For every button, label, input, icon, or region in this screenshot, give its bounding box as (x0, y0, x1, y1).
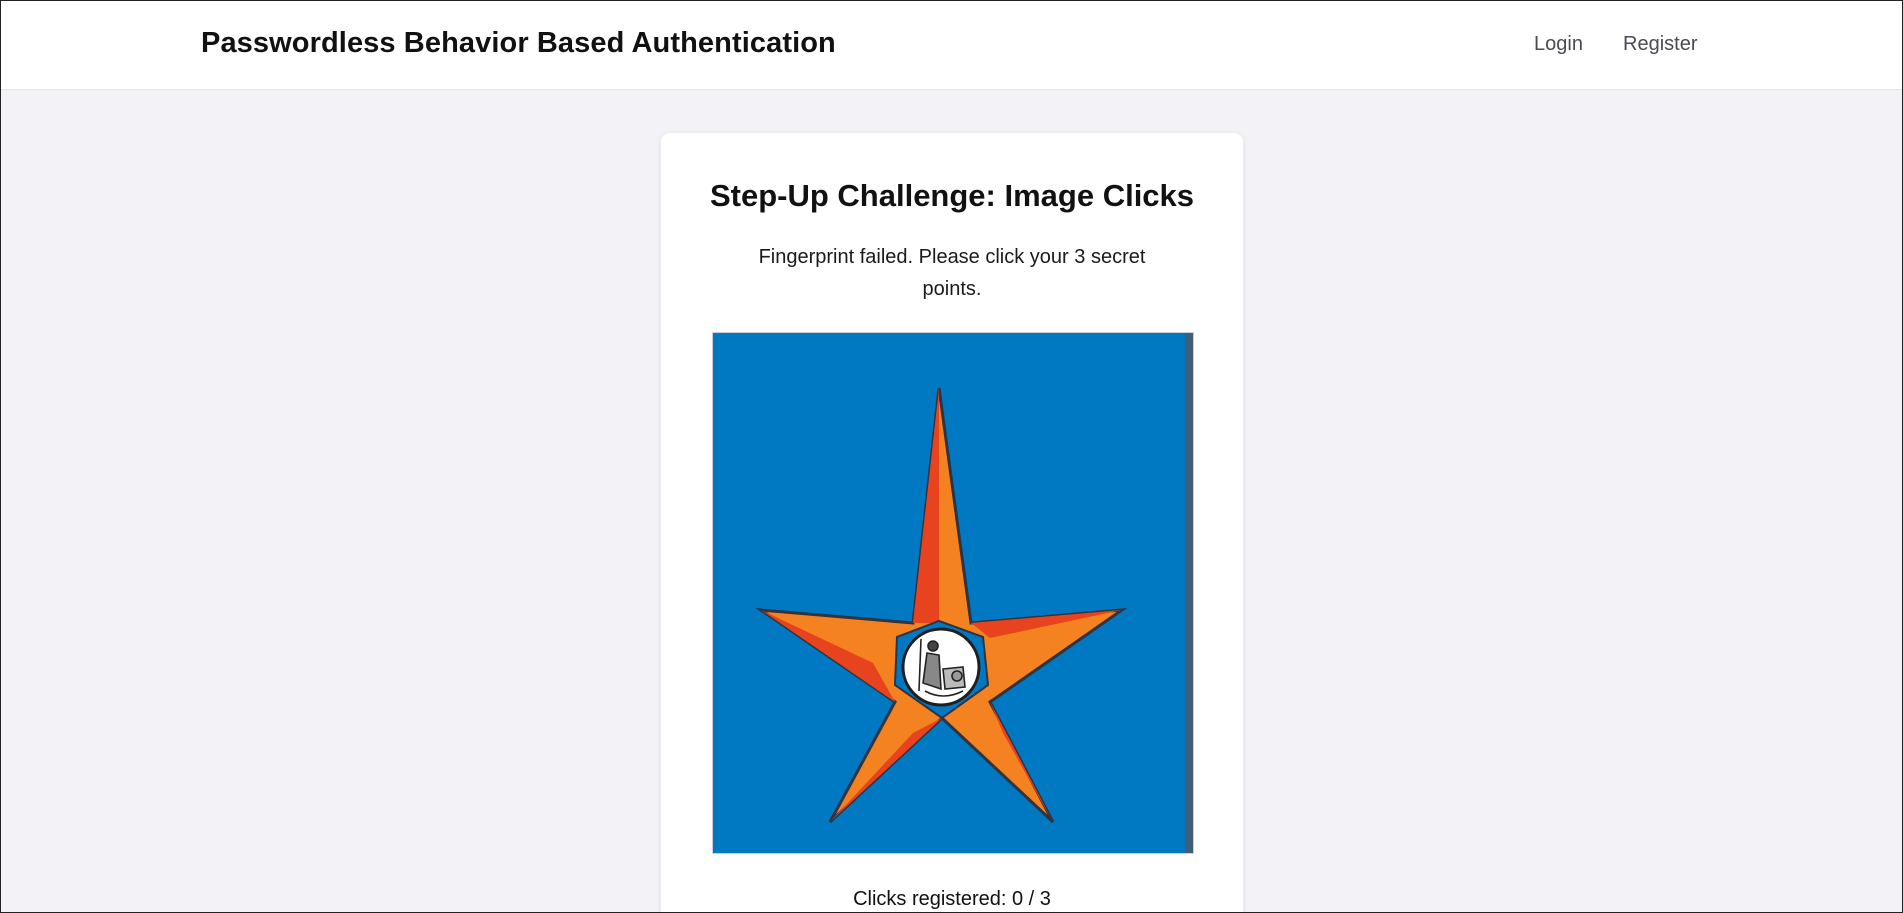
star-emblem-image (713, 333, 1193, 853)
register-link[interactable]: Register (1623, 33, 1697, 56)
site-title[interactable]: Passwordless Behavior Based Authenticati… (201, 27, 836, 60)
top-navbar: Passwordless Behavior Based Authenticati… (1, 1, 1902, 90)
browser-viewport: Passwordless Behavior Based Authenticati… (0, 0, 1903, 913)
clicks-counter: Clicks registered: 0 / 3 (853, 888, 1051, 910)
challenge-card: Step-Up Challenge: Image Clicks Fingerpr… (660, 132, 1244, 912)
login-link[interactable]: Login (1534, 33, 1583, 56)
challenge-title: Step-Up Challenge: Image Clicks (709, 178, 1195, 213)
challenge-description: Fingerprint failed. Please click your 3 … (758, 246, 1146, 300)
challenge-image[interactable] (712, 332, 1194, 854)
seal-emblem (901, 627, 981, 707)
